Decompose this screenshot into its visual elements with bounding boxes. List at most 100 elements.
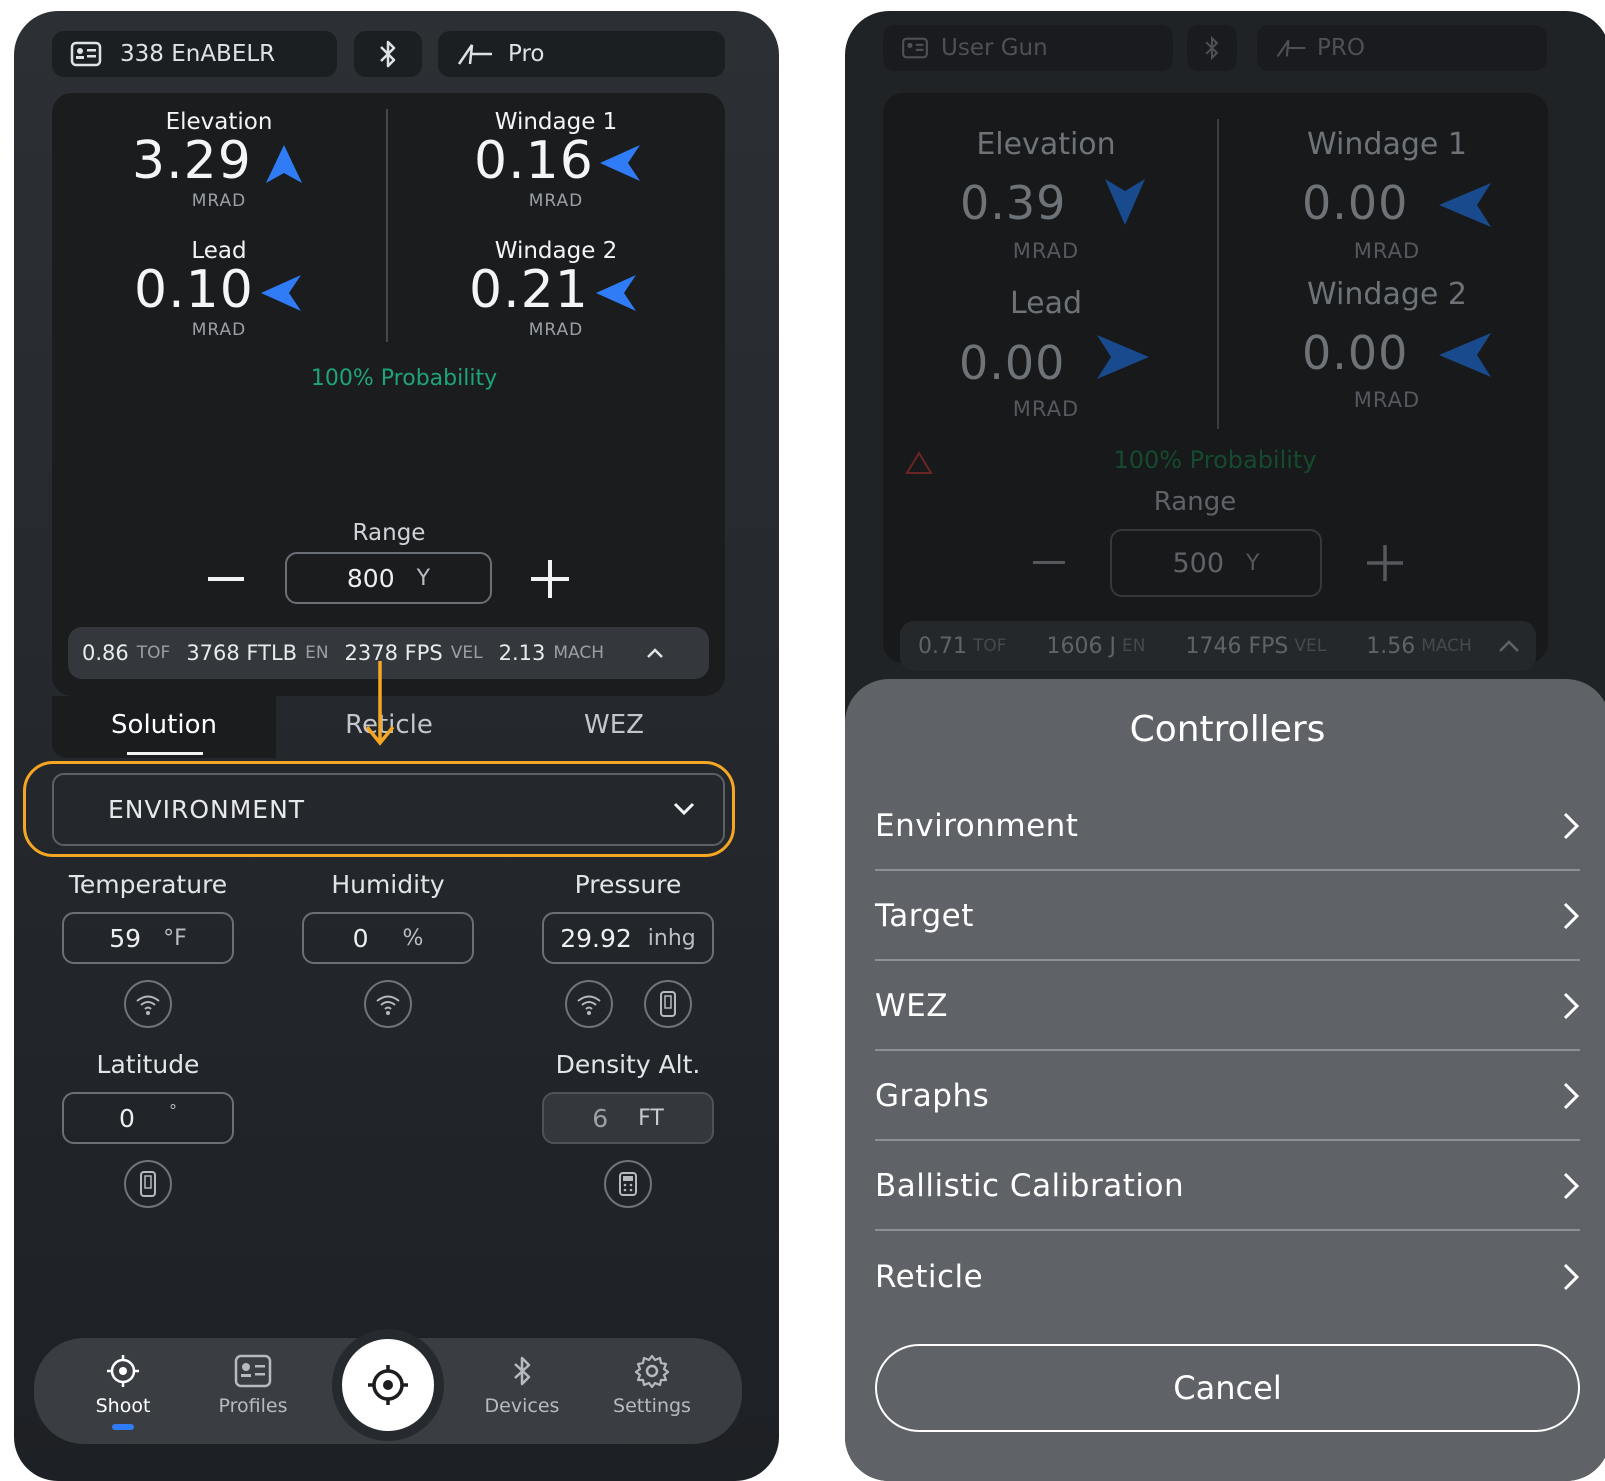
range-decrease-button: [1033, 561, 1065, 564]
device-selector[interactable]: Pro: [438, 31, 725, 77]
warning-icon: [905, 451, 933, 474]
chevron-up-icon: [1498, 640, 1519, 652]
energy-value: 1606 J: [1046, 633, 1117, 659]
gun-name: 338 EnABELR: [120, 41, 276, 67]
pressure-sensor-button[interactable]: [565, 980, 613, 1028]
mach-label: MACH: [553, 643, 605, 663]
nav-settings-label: Settings: [613, 1395, 691, 1417]
range-decrease-button[interactable]: [208, 577, 244, 581]
bluetooth-icon: [1205, 35, 1219, 61]
wifi-icon: [136, 995, 160, 1015]
temperature-value: 59: [109, 923, 142, 953]
controller-item-label: Reticle: [875, 1259, 984, 1295]
chevron-right-icon: [1563, 992, 1580, 1020]
brand-label: Pro: [508, 41, 545, 67]
windage1-unit: MRAD: [528, 191, 584, 211]
nav-settings[interactable]: Settings: [597, 1353, 707, 1417]
brand-logo-icon: [457, 44, 492, 65]
solution-divider: [1217, 119, 1219, 429]
velocity-label: VEL: [1294, 636, 1327, 656]
density-alt-unit: FT: [638, 1105, 664, 1131]
pressure-unit: inhg: [647, 925, 696, 951]
elevation-unit: MRAD: [1012, 239, 1080, 263]
range-input[interactable]: 800 Y: [285, 552, 492, 604]
bluetooth-icon: [380, 40, 396, 68]
humidity-value: 0: [352, 923, 369, 953]
fab-shoot-button[interactable]: [342, 1339, 434, 1431]
gun-selector[interactable]: 338 EnABELR: [52, 31, 337, 77]
windage2-value: 0.21: [469, 260, 589, 320]
windage1-label: Windage 1: [1307, 127, 1467, 162]
nav-active-indicator: [112, 1424, 134, 1430]
profile-card-icon: [902, 37, 928, 59]
arrow-left-icon: [261, 275, 301, 311]
density-alt-calc-button[interactable]: [604, 1160, 652, 1208]
humidity-sensor-button[interactable]: [364, 980, 412, 1028]
controller-item-graphs[interactable]: Graphs: [875, 1053, 1580, 1141]
controller-item-label: Ballistic Calibration: [875, 1168, 1185, 1204]
probability-text: 100% Probability: [1113, 446, 1317, 474]
mach-label: MACH: [1421, 636, 1472, 656]
chevron-down-icon: [673, 802, 695, 816]
controller-item-environment[interactable]: Environment: [875, 783, 1580, 871]
arrow-left-icon: [1439, 183, 1491, 227]
humidity-label: Humidity: [331, 870, 445, 899]
tab-wez[interactable]: WEZ: [514, 710, 714, 740]
temperature-input[interactable]: 59 °F: [62, 912, 234, 964]
range-unit: Y: [416, 565, 431, 591]
range-unit: Y: [1246, 550, 1260, 576]
latitude-phone-button[interactable]: [124, 1160, 172, 1208]
sheet-title: Controllers: [1129, 709, 1326, 750]
controller-item-label: Target: [875, 898, 974, 934]
pressure-input[interactable]: 29.92 inhg: [542, 912, 714, 964]
chevron-right-icon: [1563, 902, 1580, 930]
windage1-value: 0.00: [1302, 176, 1409, 230]
latitude-label: Latitude: [96, 1050, 200, 1079]
section-dropdown[interactable]: ENVIRONMENT: [52, 773, 725, 846]
controller-item-label: WEZ: [875, 988, 948, 1024]
device-selector: PRO: [1257, 25, 1547, 71]
nav-devices[interactable]: Devices: [467, 1353, 577, 1417]
wifi-icon: [577, 995, 601, 1015]
arrow-up-icon: [266, 145, 302, 183]
density-alt-label: Density Alt.: [555, 1050, 701, 1079]
nav-profiles[interactable]: Profiles: [198, 1353, 308, 1417]
energy-value: 3768 FTLB: [186, 641, 298, 665]
elevation-unit: MRAD: [191, 191, 247, 211]
controller-item-label: Environment: [875, 808, 1079, 844]
windage2-value: 0.00: [1302, 326, 1409, 380]
arrow-right-icon: [1097, 335, 1149, 379]
tof-label: TOF: [136, 643, 171, 663]
density-alt-input: 6 FT: [542, 1092, 714, 1144]
range-input: 500 Y: [1110, 529, 1322, 597]
chevron-right-icon: [1563, 1082, 1580, 1110]
gun-name: User Gun: [941, 35, 1048, 61]
bluetooth-button[interactable]: [354, 31, 422, 77]
windage1-unit: MRAD: [1353, 239, 1421, 263]
nav-devices-label: Devices: [484, 1395, 560, 1417]
shoot-screen: 338 EnABELR Pro Elevation 3.29 MRAD Wind…: [14, 11, 779, 1481]
latitude-input[interactable]: 0 °: [62, 1092, 234, 1144]
pressure-phone-button[interactable]: [644, 980, 692, 1028]
cancel-button[interactable]: Cancel: [875, 1344, 1580, 1432]
controller-item-target[interactable]: Target: [875, 873, 1580, 961]
tof-label: TOF: [972, 636, 1007, 656]
bluetooth-icon: [514, 1356, 531, 1386]
controller-item-ballistic-calibration[interactable]: Ballistic Calibration: [875, 1143, 1580, 1231]
latitude-value: 0: [119, 1103, 135, 1133]
lead-value: 0.00: [959, 336, 1066, 390]
elevation-value: 0.39: [960, 176, 1067, 230]
range-increase-button[interactable]: [528, 557, 572, 601]
arrow-down-icon: [1105, 179, 1145, 225]
controller-item-reticle[interactable]: Reticle: [875, 1233, 1580, 1321]
active-tab-indicator: [127, 752, 203, 755]
controllers-screen: User Gun PRO Elevation 0.39 MRAD Windage…: [845, 11, 1605, 1481]
nav-shoot[interactable]: Shoot: [68, 1353, 178, 1417]
ballistic-stats-bar: 0.71 TOF 1606 J EN 1746 FPS VEL 1.56 MACH: [900, 621, 1536, 671]
controller-item-wez[interactable]: WEZ: [875, 963, 1580, 1051]
elevation-label: Elevation: [976, 127, 1116, 162]
temperature-sensor-button[interactable]: [124, 980, 172, 1028]
latitude-unit: °: [168, 1100, 177, 1120]
humidity-input[interactable]: 0%: [302, 912, 474, 964]
chevron-right-icon: [1563, 1263, 1580, 1291]
